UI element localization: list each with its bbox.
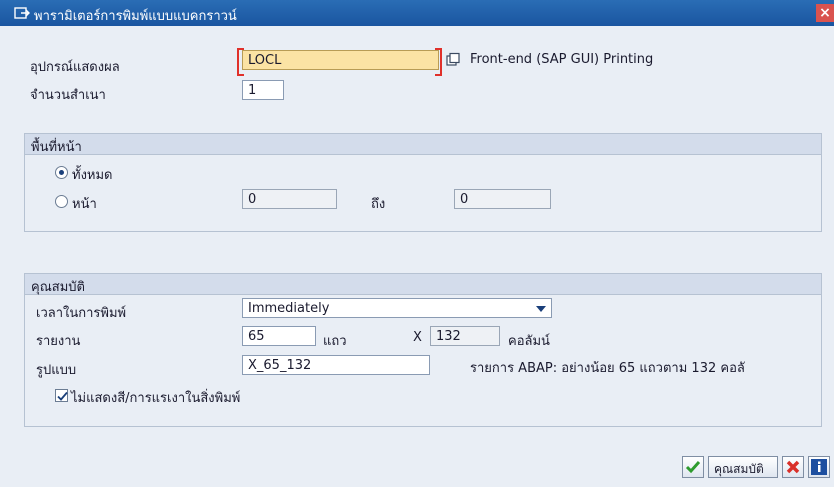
print-parameters-dialog: พารามิเตอร์การพิมพ์แบบแบคกราวน์ × อุปกรณ… [0, 0, 834, 487]
title-bar: พารามิเตอร์การพิมพ์แบบแบคกราวน์ × [0, 0, 834, 26]
copies-label: จำนวนสำเนา [30, 88, 106, 103]
rows-input[interactable]: 65 [242, 326, 316, 346]
format-description: รายการ ABAP: อย่างน้อย 65 แถวตาม 132 คอล… [470, 361, 745, 376]
dialog-icon [14, 5, 30, 21]
device-description: Front-end (SAP GUI) Printing [470, 52, 654, 67]
format-input[interactable]: X_65_132 [242, 355, 430, 375]
properties-title: คุณสมบัติ [31, 280, 85, 295]
all-pages-label: ทั้งหมด [72, 168, 113, 183]
times-symbol: X [413, 330, 422, 345]
print-time-label: เวลาในการพิมพ์ [36, 306, 127, 321]
check-icon [685, 461, 701, 474]
device-label: อุปกรณ์แสดงผล [30, 60, 120, 75]
page-area-group: พื้นที่หน้า [24, 133, 822, 232]
page-range-label: หน้า [72, 197, 97, 212]
info-button[interactable] [808, 456, 830, 478]
checkmark-icon [57, 391, 68, 401]
rows-unit: แถว [323, 334, 347, 349]
no-color-label: ไม่แสดงสี/การแรเงาในสิ่งพิมพ์ [71, 391, 241, 406]
page-area-header: พื้นที่หน้า [25, 134, 821, 155]
cancel-icon [786, 460, 800, 474]
page-area-title: พื้นที่หน้า [31, 140, 82, 155]
page-from-input[interactable]: 0 [242, 189, 337, 209]
format-label: รูปแบบ [36, 363, 77, 378]
properties-button-label: คุณสมบัติ [714, 462, 764, 476]
dialog-title: พารามิเตอร์การพิมพ์แบบแบคกราวน์ [34, 9, 237, 24]
info-icon [811, 459, 827, 475]
output-device-input[interactable]: LOCL [242, 50, 439, 70]
copies-input[interactable]: 1 [242, 80, 284, 100]
value-help-icon[interactable] [445, 52, 461, 68]
no-color-checkbox[interactable] [55, 389, 68, 402]
chevron-down-icon[interactable] [536, 306, 546, 312]
page-to-input[interactable]: 0 [454, 189, 551, 209]
confirm-button[interactable] [682, 456, 704, 478]
page-to-label: ถึง [371, 197, 386, 212]
radio-all-pages[interactable] [55, 166, 68, 179]
radio-page-range[interactable] [55, 195, 68, 208]
report-label: รายงาน [36, 334, 81, 349]
close-button[interactable]: × [816, 4, 834, 22]
cancel-button[interactable] [782, 456, 804, 478]
columns-input[interactable]: 132 [430, 326, 500, 346]
properties-button[interactable]: คุณสมบัติ [708, 456, 778, 478]
print-time-value: Immediately [248, 301, 330, 316]
print-time-select[interactable]: Immediately [242, 298, 552, 318]
properties-header: คุณสมบัติ [25, 274, 821, 295]
columns-unit: คอลัมน์ [508, 334, 550, 349]
required-marker-right [435, 48, 442, 76]
